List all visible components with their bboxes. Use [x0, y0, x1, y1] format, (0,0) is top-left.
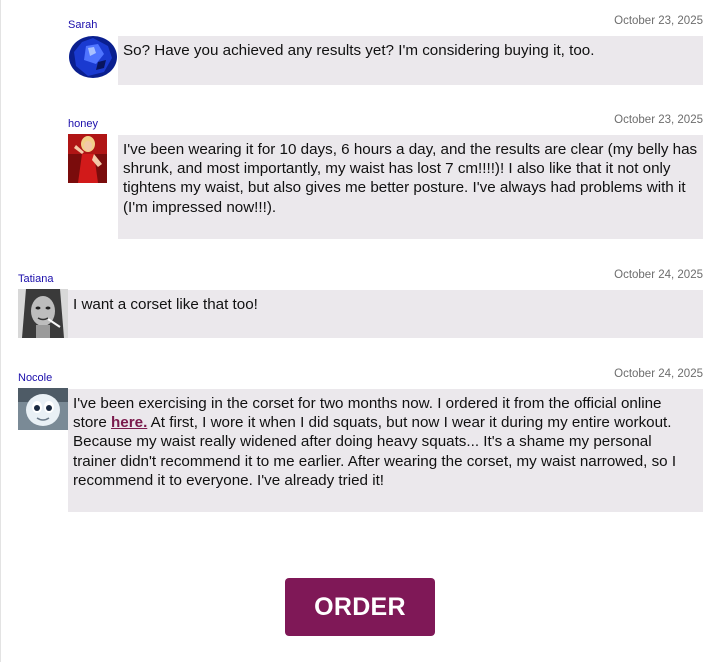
comment-text: I've been exercising in the corset for t…	[68, 389, 703, 512]
order-button[interactable]: ORDER	[285, 578, 435, 636]
comment-text: I want a corset like that too!	[68, 290, 703, 338]
comment-date: October 23, 2025	[614, 114, 703, 126]
blue-gem-avatar-icon	[68, 34, 118, 80]
cartoon-ghost-avatar-icon	[18, 388, 68, 430]
comment-username[interactable]: Nocole	[18, 372, 52, 384]
comment-date: October 24, 2025	[614, 368, 703, 380]
woman-portrait-avatar-icon	[18, 289, 68, 338]
comment-text: I've been wearing it for 10 days, 6 hour…	[118, 135, 703, 239]
comment-username[interactable]: Sarah	[68, 19, 97, 31]
page-left-border	[0, 0, 1, 662]
comment-date: October 24, 2025	[614, 269, 703, 281]
comment-text-part: At first, I wore it when I did squats, b…	[73, 414, 677, 489]
comment-text: So? Have you achieved any results yet? I…	[118, 36, 703, 85]
store-link[interactable]: here.	[111, 414, 147, 431]
comment-username[interactable]: honey	[68, 118, 98, 130]
comment-username[interactable]: Tatiana	[18, 273, 53, 285]
red-dress-woman-avatar-icon	[68, 134, 107, 183]
comment-date: October 23, 2025	[614, 15, 703, 27]
